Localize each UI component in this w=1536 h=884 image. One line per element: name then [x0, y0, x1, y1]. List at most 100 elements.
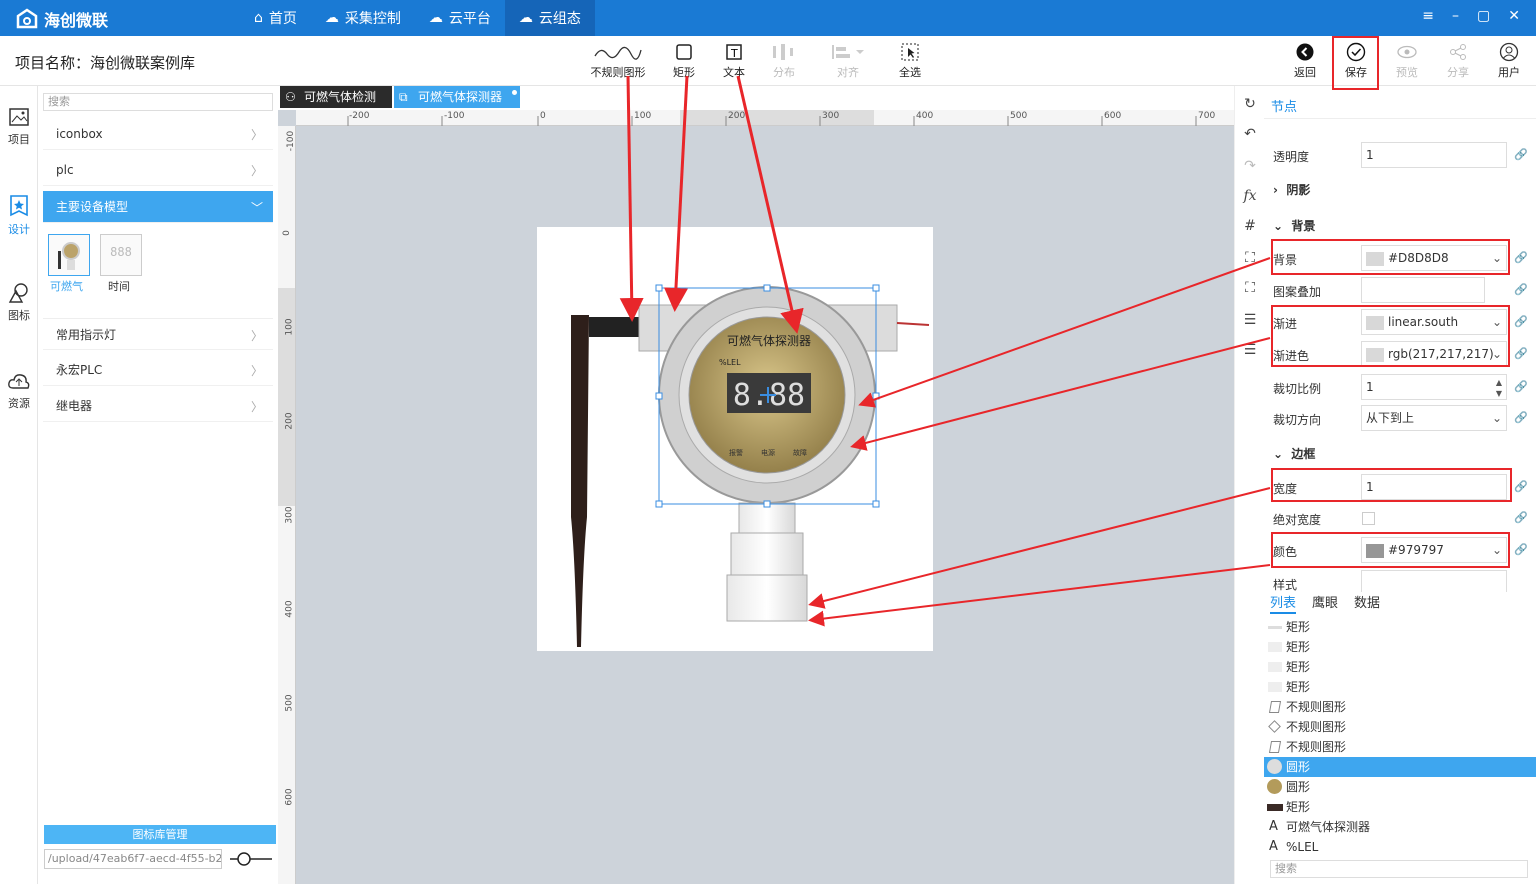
link-icon[interactable]: 🔗 — [1514, 347, 1528, 360]
menu-icon[interactable]: ≡ — [1422, 8, 1434, 24]
list-item[interactable]: 矩形 — [1264, 617, 1536, 637]
link-icon[interactable]: 🔗 — [1514, 380, 1528, 393]
link-icon[interactable]: 🔗 — [1514, 480, 1528, 493]
link-icon[interactable]: 🔗 — [1514, 251, 1528, 264]
list-item[interactable]: 不规则图形 — [1264, 737, 1536, 757]
user-button[interactable]: 用户 — [1479, 40, 1536, 80]
thumb-label: 可燃气 — [50, 280, 83, 293]
bottom-rect[interactable] — [726, 574, 808, 622]
library-group-yonghong-plc[interactable]: 永宏PLC 〉 — [43, 354, 273, 386]
scale-slider[interactable] — [228, 851, 274, 867]
minimize-icon[interactable]: – — [1452, 8, 1459, 24]
antenna-connector[interactable] — [589, 317, 639, 337]
ruler-label: 100 — [634, 111, 652, 121]
list-item[interactable]: 矩形 — [1264, 797, 1536, 817]
tab-gas-detector[interactable]: ⧉ 可燃气体探测器 — [394, 86, 520, 108]
upload-path-input[interactable]: /upload/47eab6f7-aecd-4f55-b29 — [44, 849, 222, 869]
text-a-icon: A — [1269, 839, 1278, 854]
undo-icon[interactable]: ↶ — [1235, 126, 1265, 142]
tool-distribute[interactable]: 分布 — [754, 40, 814, 80]
rail-resources[interactable]: 资源 — [0, 370, 38, 411]
section-label: 阴影 — [1286, 183, 1311, 197]
list-label: 不规则图形 — [1286, 740, 1347, 754]
tab-data[interactable]: 数据 — [1354, 592, 1380, 614]
redo-icon[interactable]: ↷ — [1235, 158, 1265, 174]
link-icon[interactable]: 🔗 — [1514, 148, 1528, 161]
section-shadow[interactable]: › 阴影 — [1273, 181, 1310, 198]
list-item[interactable]: A 可燃气体探测器 — [1264, 817, 1536, 837]
design-paper[interactable]: 8.88 可燃气体探测器 %LEL 报警 电源 故障 — [537, 227, 933, 651]
function-icon[interactable]: fx — [1235, 188, 1265, 204]
tool-select-all[interactable]: 全选 — [880, 40, 940, 80]
list-item[interactable]: 矩形 — [1264, 677, 1536, 697]
outline-icon[interactable]: ☰ — [1235, 312, 1265, 328]
thumb-gas-detector[interactable] — [48, 234, 90, 276]
library-search-input[interactable]: 搜索 — [43, 93, 273, 111]
distribute-icon — [773, 44, 793, 60]
library-group-indicator-lights[interactable]: 常用指示灯 〉 — [43, 318, 273, 350]
group-label: 常用指示灯 — [56, 327, 117, 342]
tab-label: 可燃气体检测 — [304, 90, 377, 104]
rail-design[interactable]: 设计 — [0, 194, 38, 237]
library-group-plc[interactable]: plc 〉 — [43, 154, 273, 186]
layer-search-input[interactable]: 搜索 — [1270, 860, 1528, 878]
tab-eagle-eye[interactable]: 鹰眼 — [1312, 592, 1338, 614]
middle-rect[interactable] — [730, 532, 804, 576]
link-icon[interactable]: 🔗 — [1514, 411, 1528, 424]
fullscreen-icon[interactable]: ⛶ — [1235, 280, 1265, 296]
ruler-label: -100 — [286, 130, 297, 152]
link-icon[interactable]: 🔗 — [1514, 283, 1528, 296]
list-item[interactable]: 圆形 — [1264, 757, 1536, 777]
antenna-shape[interactable] — [571, 315, 589, 647]
brand[interactable]: 海创微联 — [16, 7, 108, 31]
pattern-input[interactable] — [1361, 277, 1485, 303]
tab-list[interactable]: 列表 — [1270, 592, 1297, 614]
clip-direction-select[interactable]: 从下到上 ⌄ — [1361, 405, 1507, 431]
nav-home[interactable]: ⌂ 首页 — [240, 0, 311, 36]
library-group-iconbox[interactable]: iconbox 〉 — [43, 118, 273, 150]
list-item[interactable]: 圆形 — [1264, 777, 1536, 797]
rail-project[interactable]: 项目 — [0, 106, 38, 147]
icon-library-manage-button[interactable]: 图标库管理 — [44, 825, 276, 844]
ruler-label: -200 — [349, 111, 370, 121]
gas-detector-drawing[interactable]: 8.88 可燃气体探测器 %LEL 报警 电源 故障 — [537, 227, 933, 651]
absolute-width-checkbox[interactable] — [1362, 512, 1375, 525]
border-style-select[interactable] — [1361, 570, 1507, 592]
list-item[interactable]: 不规则图形 — [1264, 697, 1536, 717]
library-group-main-devices[interactable]: 主要设备模型 ﹀ — [43, 191, 273, 223]
nav-collect[interactable]: ☁ 采集控制 — [311, 0, 415, 36]
prop-label: 图案叠加 — [1273, 285, 1322, 299]
nav-cloud-platform[interactable]: ☁ 云平台 — [415, 0, 505, 36]
tab-gas-detection[interactable]: ⚇ 可燃气体检测 × — [280, 84, 406, 108]
list-item[interactable]: A %LEL — [1264, 837, 1536, 857]
list-item[interactable]: 矩形 — [1264, 637, 1536, 657]
list-item[interactable]: 不规则图形 — [1264, 717, 1536, 737]
clip-ratio-stepper[interactable]: 1 ▲ ▼ — [1361, 374, 1507, 400]
library-group-relay[interactable]: 继电器 〉 — [43, 390, 273, 422]
prop-label: 裁切方向 — [1273, 413, 1322, 427]
section-background[interactable]: ⌄ 背景 — [1273, 217, 1315, 234]
rotate-icon[interactable]: ↻ — [1235, 96, 1265, 112]
tool-irregular-shape[interactable]: 不规则图形 — [588, 40, 648, 80]
project-toolbar: 项目名称：海创微联案例库 不规则图形 矩形 T 文本 分布 对齐 全选 返回 保… — [0, 36, 1536, 86]
layer-list-panel: 列表 鹰眼 数据 矩形 矩形 矩形 矩形 不规则图形 不规则图形 不规则图形 圆… — [1264, 592, 1536, 884]
link-icon[interactable]: 🔗 — [1514, 511, 1528, 524]
grid-icon[interactable]: # — [1235, 218, 1265, 234]
tool-label: 不规则图形 — [590, 66, 646, 79]
section-border[interactable]: ⌄ 边框 — [1273, 445, 1315, 462]
layers-icon[interactable]: ☰ — [1235, 342, 1265, 358]
chevron-right-icon: › — [1273, 183, 1287, 197]
nav-cloud-config[interactable]: ☁ 云组态 — [504, 0, 595, 36]
thumb-time[interactable]: 888 — [100, 234, 142, 276]
opacity-input[interactable]: 1 — [1361, 142, 1507, 168]
tool-align[interactable]: 对齐 — [818, 40, 878, 80]
link-icon[interactable]: 🔗 — [1514, 315, 1528, 328]
close-icon[interactable]: ✕ — [1508, 8, 1520, 24]
link-icon[interactable]: 🔗 — [1514, 543, 1528, 556]
rail-shapes[interactable]: 图标 — [0, 282, 38, 323]
ruler-label: 400 — [284, 600, 295, 618]
list-item[interactable]: 矩形 — [1264, 657, 1536, 677]
stepper-arrows-icon[interactable]: ▲ ▼ — [1496, 377, 1502, 399]
fit-icon[interactable]: ⛶ — [1235, 250, 1265, 266]
maximize-icon[interactable]: ▢ — [1477, 8, 1490, 24]
